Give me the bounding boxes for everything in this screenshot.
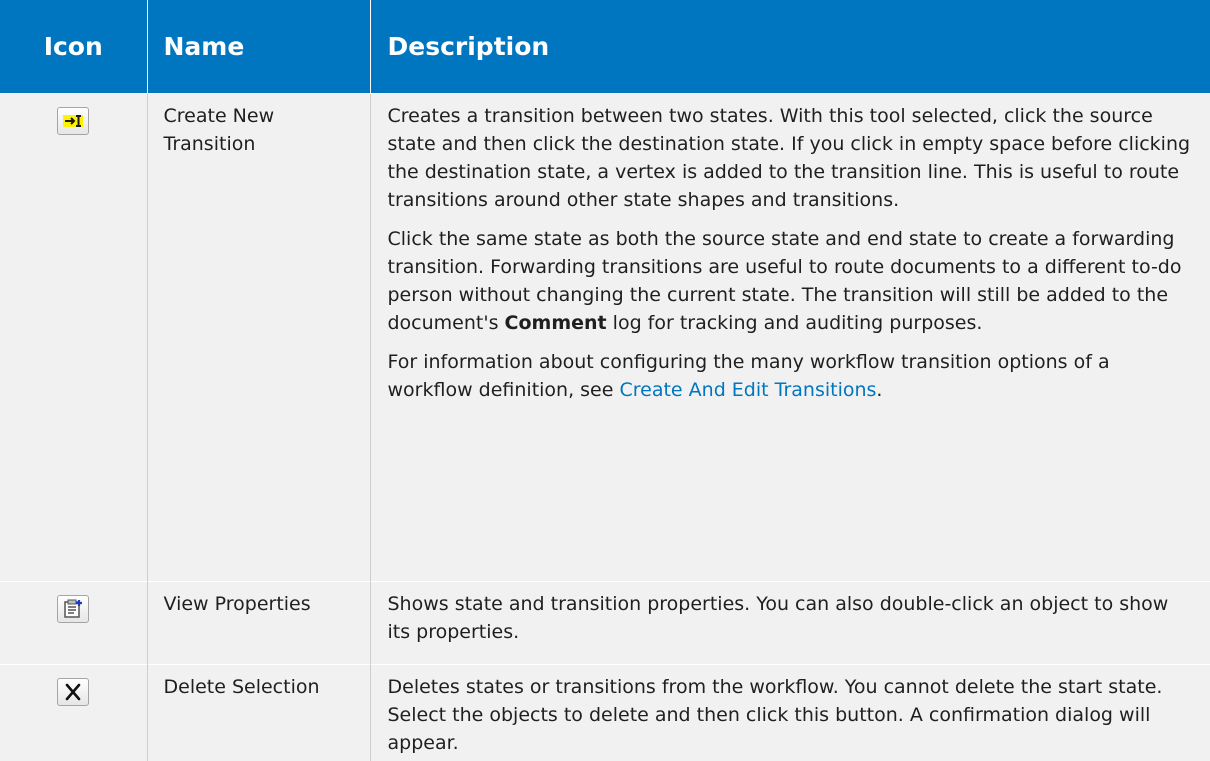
icon-cell bbox=[0, 582, 147, 665]
description-paragraph: Creates a transition between two states.… bbox=[388, 102, 1197, 214]
name-cell: Delete Selection bbox=[147, 665, 370, 761]
description-paragraph: For information about configuring the ma… bbox=[388, 348, 1197, 404]
icon-cell bbox=[0, 94, 147, 582]
header-row: Icon Name Description bbox=[0, 0, 1210, 94]
header-description: Description bbox=[370, 0, 1210, 94]
delete-icon bbox=[57, 678, 89, 706]
description-text: . bbox=[876, 379, 882, 401]
description-cell: Shows state and transition properties. Y… bbox=[370, 582, 1210, 665]
description-text: log for tracking and auditing purposes. bbox=[607, 312, 983, 334]
table-row: Delete Selection Deletes states or trans… bbox=[0, 665, 1210, 761]
create-edit-transitions-link[interactable]: Create And Edit Transitions bbox=[619, 379, 876, 401]
name-cell: View Properties bbox=[147, 582, 370, 665]
tools-table: Icon Name Description Create New Transit… bbox=[0, 0, 1210, 761]
table-row: View Properties Shows state and transiti… bbox=[0, 582, 1210, 665]
create-transition-icon bbox=[57, 107, 89, 135]
name-cell: Create New Transition bbox=[147, 94, 370, 582]
description-cell: Deletes states or transitions from the w… bbox=[370, 665, 1210, 761]
description-paragraph: Deletes states or transitions from the w… bbox=[388, 673, 1197, 757]
comment-term: Comment bbox=[505, 312, 607, 334]
description-paragraph: Shows state and transition properties. Y… bbox=[388, 590, 1197, 646]
header-name: Name bbox=[147, 0, 370, 94]
icon-cell bbox=[0, 665, 147, 761]
description-cell: Creates a transition between two states.… bbox=[370, 94, 1210, 582]
header-icon: Icon bbox=[0, 0, 147, 94]
description-paragraph: Click the same state as both the source … bbox=[388, 225, 1197, 337]
view-properties-icon bbox=[57, 595, 89, 623]
table-row: Create New Transition Creates a transiti… bbox=[0, 94, 1210, 582]
